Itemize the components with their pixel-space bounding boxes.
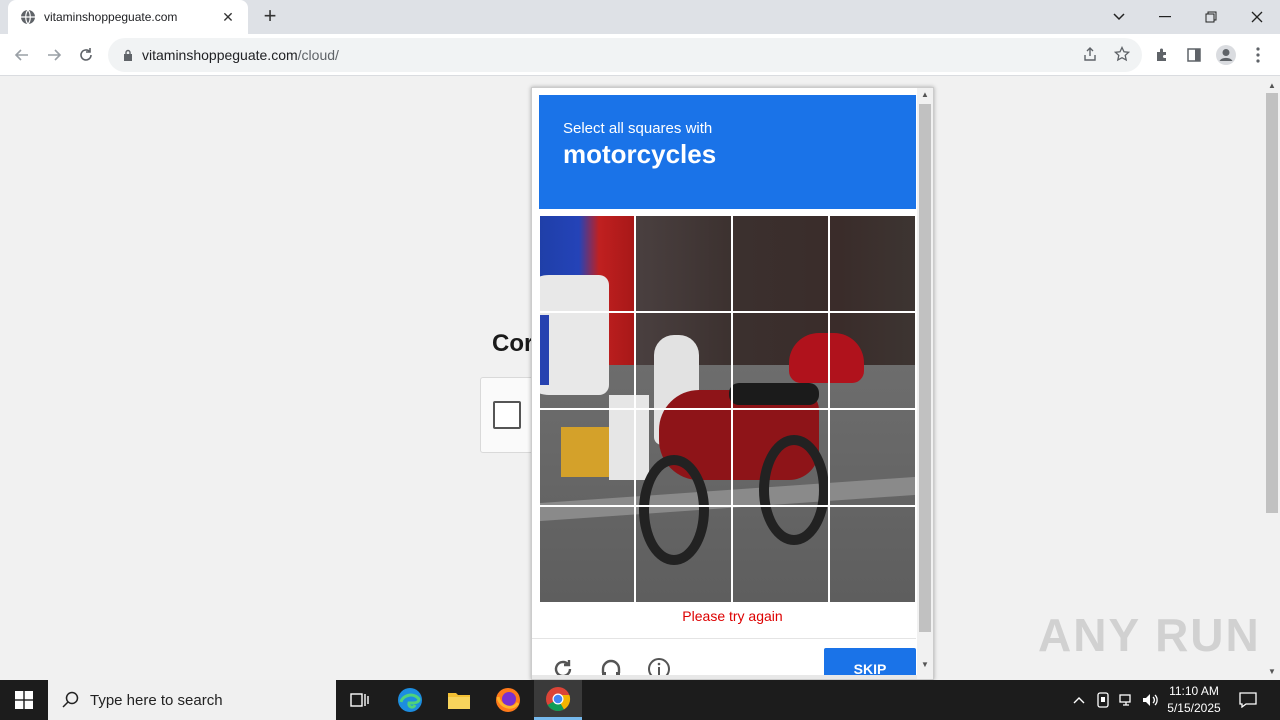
- page-heading: Cor: [492, 330, 534, 357]
- captcha-tile[interactable]: [635, 506, 732, 602]
- clock-time: 11:10 AM: [1169, 684, 1219, 698]
- lock-icon[interactable]: [122, 49, 134, 61]
- captcha-tile[interactable]: [732, 506, 829, 602]
- captcha-challenge: Select all squares with motorcycles Plea…: [531, 87, 934, 680]
- challenge-target: motorcycles: [563, 139, 717, 169]
- challenge-image: [539, 215, 916, 602]
- captcha-tile[interactable]: [732, 409, 829, 506]
- device-icon[interactable]: [1092, 680, 1114, 720]
- captcha-tile[interactable]: [829, 312, 916, 409]
- captcha-tile[interactable]: [539, 215, 635, 312]
- address-bar[interactable]: vitaminshoppeguate.com/cloud/: [108, 38, 1142, 72]
- firefox-icon[interactable]: [484, 680, 532, 720]
- menu-kebab-icon[interactable]: [1246, 43, 1270, 67]
- tab-title: vitaminshoppeguate.com: [44, 10, 178, 24]
- challenge-scrollbar[interactable]: ▲ ▼: [917, 88, 933, 679]
- challenge-header: Select all squares with motorcycles: [539, 95, 916, 209]
- new-tab-button[interactable]: +: [258, 5, 282, 29]
- challenge-scroll-up-icon[interactable]: ▲: [921, 90, 929, 99]
- extensions-icon[interactable]: [1150, 43, 1174, 67]
- taskbar: Type here to search 11:10 AM 5/15/2025: [0, 680, 1280, 720]
- page-scrollbar[interactable]: ▲ ▼: [1264, 77, 1280, 680]
- chrome-icon[interactable]: [534, 680, 582, 720]
- captcha-tile[interactable]: [829, 506, 916, 602]
- reload-button[interactable]: [74, 43, 98, 67]
- captcha-tile[interactable]: [829, 215, 916, 312]
- browser-tab[interactable]: vitaminshoppeguate.com ✕: [8, 0, 248, 34]
- forward-arrow-icon: [48, 49, 62, 61]
- edge-icon[interactable]: [386, 680, 434, 720]
- page-scroll-thumb[interactable]: [1266, 93, 1278, 513]
- search-placeholder: Type here to search: [90, 691, 223, 709]
- bookmark-star-icon[interactable]: [1111, 43, 1133, 65]
- captcha-tile[interactable]: [732, 215, 829, 312]
- profile-avatar-icon[interactable]: [1214, 43, 1238, 67]
- url-path: /cloud/: [297, 47, 339, 63]
- tab-search-icon[interactable]: [1096, 0, 1142, 34]
- windows-logo-icon: [15, 691, 33, 709]
- captcha-tile[interactable]: [635, 312, 732, 409]
- taskbar-clock[interactable]: 11:10 AM 5/15/2025: [1160, 683, 1228, 717]
- footer-divider: [532, 638, 916, 639]
- challenge-scroll-thumb[interactable]: [919, 104, 931, 632]
- back-button[interactable]: [10, 43, 34, 67]
- notification-icon[interactable]: [1236, 680, 1260, 720]
- scroll-up-arrow-icon[interactable]: ▲: [1268, 81, 1276, 90]
- url-host: vitaminshoppeguate.com: [142, 47, 298, 63]
- close-window-button[interactable]: [1234, 0, 1280, 34]
- back-arrow-icon: [14, 49, 28, 61]
- tab-bar: vitaminshoppeguate.com ✕ +: [0, 0, 1280, 34]
- forward-button[interactable]: [42, 43, 66, 67]
- globe-icon: [21, 9, 35, 25]
- search-icon: [62, 691, 79, 708]
- volume-icon[interactable]: [1140, 680, 1162, 720]
- network-icon[interactable]: [1116, 680, 1138, 720]
- tab-close-icon[interactable]: ✕: [220, 9, 236, 26]
- taskbar-search[interactable]: Type here to search: [48, 680, 336, 720]
- captcha-tile[interactable]: [539, 506, 635, 602]
- file-explorer-icon[interactable]: [435, 680, 483, 720]
- captcha-checkbox[interactable]: [493, 401, 521, 429]
- side-panel-icon[interactable]: [1182, 43, 1206, 67]
- watermark-logo: ANY RUN: [1038, 609, 1261, 661]
- share-icon[interactable]: [1079, 43, 1101, 65]
- captcha-tile[interactable]: [635, 215, 732, 312]
- reload-icon: [80, 48, 92, 61]
- captcha-tile[interactable]: [635, 409, 732, 506]
- captcha-tile[interactable]: [732, 312, 829, 409]
- task-view-icon[interactable]: [336, 680, 384, 720]
- minimize-button[interactable]: [1142, 0, 1188, 34]
- restore-button[interactable]: [1188, 0, 1234, 34]
- captcha-tile[interactable]: [539, 312, 635, 409]
- error-message: Please try again: [682, 608, 783, 624]
- scroll-down-arrow-icon[interactable]: ▼: [1268, 667, 1276, 676]
- tray-overflow-icon[interactable]: [1068, 680, 1090, 720]
- challenge-prompt: Select all squares with: [563, 120, 713, 137]
- captcha-tile[interactable]: [539, 409, 635, 506]
- start-button[interactable]: [0, 680, 48, 720]
- clock-date: 5/15/2025: [1167, 701, 1221, 715]
- challenge-scroll-down-icon[interactable]: ▼: [921, 660, 929, 669]
- captcha-tile[interactable]: [829, 409, 916, 506]
- browser-toolbar: vitaminshoppeguate.com/cloud/: [0, 34, 1280, 76]
